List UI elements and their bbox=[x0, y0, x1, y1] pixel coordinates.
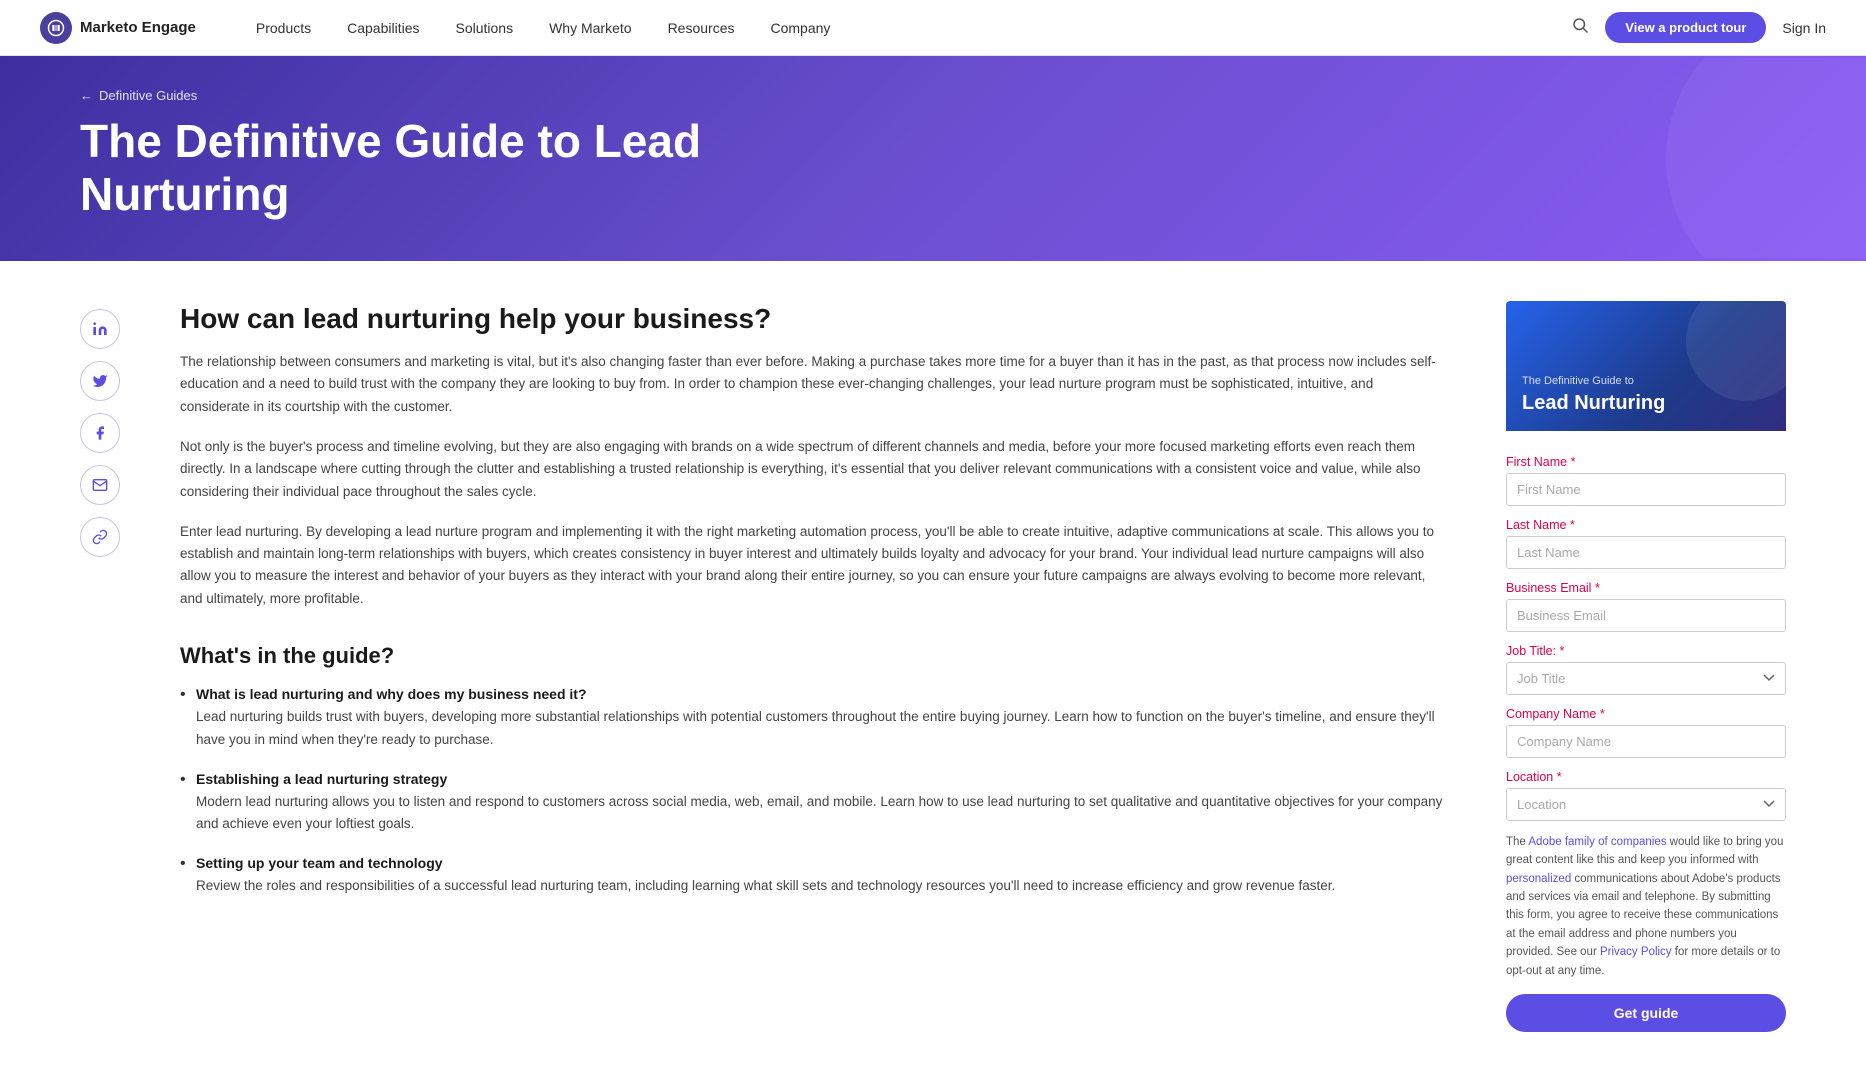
nav-solutions[interactable]: Solutions bbox=[456, 20, 514, 36]
social-sidebar bbox=[80, 309, 120, 1032]
last-name-group: Last Name * bbox=[1506, 518, 1786, 569]
sign-in-link[interactable]: Sign In bbox=[1782, 20, 1826, 36]
logo-text: Marketo Engage bbox=[80, 19, 196, 36]
first-name-label: First Name * bbox=[1506, 455, 1786, 469]
logo-icon bbox=[40, 12, 72, 44]
nav-company[interactable]: Company bbox=[770, 20, 830, 36]
email-share-button[interactable] bbox=[80, 465, 120, 505]
bullet-item-title-1: What is lead nurturing and why does my b… bbox=[196, 686, 1446, 702]
page-title: The Definitive Guide to Lead Nurturing bbox=[80, 115, 880, 221]
email-label: Business Email * bbox=[1506, 581, 1786, 595]
right-sidebar: The Definitive Guide to Lead Nurturing F… bbox=[1506, 301, 1786, 1032]
first-name-group: First Name * bbox=[1506, 455, 1786, 506]
job-title-select[interactable]: Job Title bbox=[1506, 662, 1786, 695]
email-input[interactable] bbox=[1506, 599, 1786, 632]
company-name-group: Company Name * bbox=[1506, 707, 1786, 758]
facebook-share-button[interactable] bbox=[80, 413, 120, 453]
search-button[interactable] bbox=[1571, 16, 1589, 39]
guide-card-subtitle: The Definitive Guide to bbox=[1522, 375, 1634, 387]
guide-card-title: Lead Nurturing bbox=[1522, 391, 1665, 415]
personalized-link[interactable]: personalized bbox=[1506, 873, 1571, 885]
twitter-share-button[interactable] bbox=[80, 361, 120, 401]
section1-title: How can lead nurturing help your busines… bbox=[180, 301, 1446, 337]
article-content: How can lead nurturing help your busines… bbox=[180, 301, 1446, 1032]
location-select[interactable]: Location bbox=[1506, 788, 1786, 821]
article-paragraph-2: Not only is the buyer's process and time… bbox=[180, 436, 1446, 503]
email-group: Business Email * bbox=[1506, 581, 1786, 632]
bullet-item-text-3: Review the roles and responsibilities of… bbox=[196, 875, 1446, 897]
nav-why-marketo[interactable]: Why Marketo bbox=[549, 20, 631, 36]
copy-link-button[interactable] bbox=[80, 517, 120, 557]
section2-title: What's in the guide? bbox=[180, 642, 1446, 671]
nav-products[interactable]: Products bbox=[256, 20, 311, 36]
article-paragraph-1: The relationship between consumers and m… bbox=[180, 351, 1446, 418]
article-paragraph-3: Enter lead nurturing. By developing a le… bbox=[180, 521, 1446, 610]
get-guide-button[interactable]: Get guide bbox=[1506, 994, 1786, 1032]
page-body: How can lead nurturing help your busines… bbox=[0, 261, 1866, 1072]
last-name-input[interactable] bbox=[1506, 536, 1786, 569]
linkedin-share-button[interactable] bbox=[80, 309, 120, 349]
navbar: Marketo Engage Products Capabilities Sol… bbox=[0, 0, 1866, 56]
last-name-label: Last Name * bbox=[1506, 518, 1786, 532]
list-item: What is lead nurturing and why does my b… bbox=[180, 686, 1446, 751]
bullet-item-title-3: Setting up your team and technology bbox=[196, 855, 1446, 871]
location-group: Location * Location bbox=[1506, 770, 1786, 821]
logo[interactable]: Marketo Engage bbox=[40, 12, 196, 44]
list-item: Establishing a lead nurturing strategy M… bbox=[180, 771, 1446, 836]
nav-capabilities[interactable]: Capabilities bbox=[347, 20, 419, 36]
nav-resources[interactable]: Resources bbox=[668, 20, 735, 36]
main-nav: Products Capabilities Solutions Why Mark… bbox=[256, 20, 1571, 36]
breadcrumb: ← Definitive Guides bbox=[80, 88, 1786, 103]
job-title-group: Job Title: * Job Title bbox=[1506, 644, 1786, 695]
bullet-item-title-2: Establishing a lead nurturing strategy bbox=[196, 771, 1446, 787]
list-item: Setting up your team and technology Revi… bbox=[180, 855, 1446, 897]
company-name-input[interactable] bbox=[1506, 725, 1786, 758]
guide-card-image: The Definitive Guide to Lead Nurturing bbox=[1506, 301, 1786, 431]
navbar-actions: View a product tour Sign In bbox=[1571, 12, 1826, 43]
breadcrumb-arrow: ← bbox=[80, 88, 93, 103]
privacy-text: The Adobe family of companies would like… bbox=[1506, 833, 1786, 980]
bullet-item-text-2: Modern lead nurturing allows you to list… bbox=[196, 791, 1446, 836]
privacy-policy-link[interactable]: Privacy Policy bbox=[1600, 946, 1672, 958]
company-name-label: Company Name * bbox=[1506, 707, 1786, 721]
bullet-list: What is lead nurturing and why does my b… bbox=[180, 686, 1446, 897]
breadcrumb-label[interactable]: Definitive Guides bbox=[99, 88, 197, 103]
job-title-label: Job Title: * bbox=[1506, 644, 1786, 658]
adobe-family-link[interactable]: Adobe family of companies bbox=[1528, 836, 1666, 848]
location-label: Location * bbox=[1506, 770, 1786, 784]
hero-banner: ← Definitive Guides The Definitive Guide… bbox=[0, 56, 1866, 261]
first-name-input[interactable] bbox=[1506, 473, 1786, 506]
bullet-item-text-1: Lead nurturing builds trust with buyers,… bbox=[196, 706, 1446, 751]
product-tour-button[interactable]: View a product tour bbox=[1605, 12, 1766, 43]
